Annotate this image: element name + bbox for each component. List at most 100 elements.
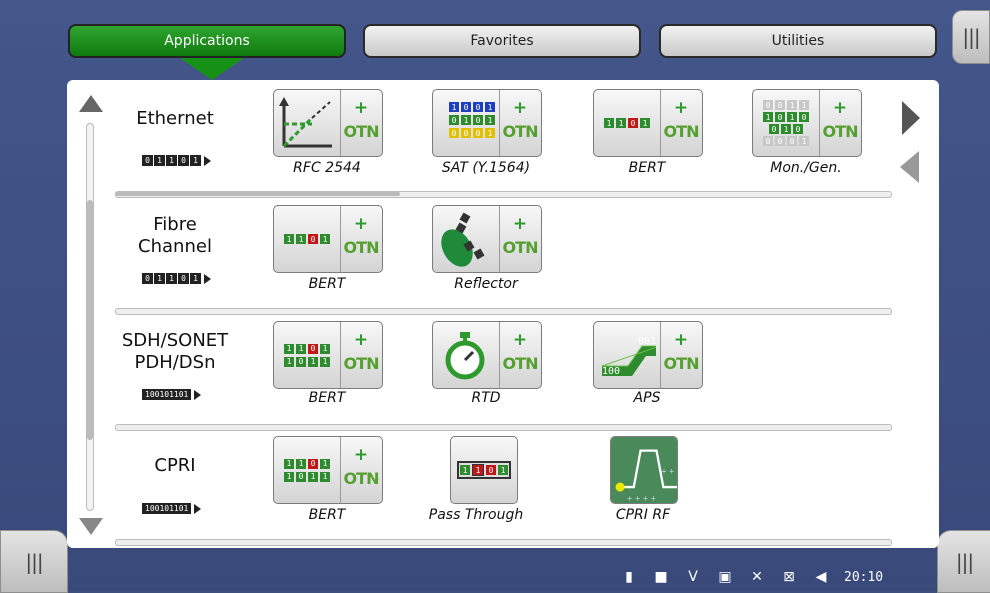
otn-badge: OTN xyxy=(343,354,380,373)
category-name: CPRI xyxy=(154,455,196,476)
aps-switch-icon: 001 100 xyxy=(601,336,656,377)
pass-through-icon: 1101 xyxy=(455,441,513,499)
app-reflector-button[interactable]: + OTN xyxy=(432,205,542,273)
mon-gen-bits-icon: 0011 1010 010 0001 xyxy=(757,94,815,156)
top-right-menu-handle[interactable]: ||| xyxy=(952,10,990,64)
app-sdh-bert-button[interactable]: 1101 1011 + OTN xyxy=(273,321,383,389)
otn-plus-icon: + xyxy=(353,445,369,465)
bert-bits-icon: 1101 xyxy=(598,94,656,152)
otn-plus-icon: + xyxy=(353,98,369,118)
tab-utilities[interactable]: Utilities xyxy=(659,24,937,58)
speaker-icon[interactable]: ◀ xyxy=(812,569,830,585)
sdh-signal-icon: 100101101 xyxy=(142,389,202,400)
network-error-icon: ⊠ xyxy=(783,569,795,585)
otn-badge: OTN xyxy=(663,122,700,141)
sat-bits-icon: 1001 0101 0001 xyxy=(437,94,495,156)
otn-plus-icon: + xyxy=(353,330,369,350)
bert-bits-icon: 1101 1011 xyxy=(278,326,336,384)
otn-plus-icon: + xyxy=(673,330,689,350)
terminal-error-icon: ▣ xyxy=(718,569,732,585)
otn-badge: OTN xyxy=(502,238,539,257)
reflector-icon xyxy=(441,212,485,267)
tab-applications[interactable]: Applications xyxy=(68,24,346,58)
category-name: Ethernet xyxy=(136,108,214,129)
cpri-rf-spectrum-icon: + + + + + + xyxy=(611,437,677,503)
category-name-line2: Channel xyxy=(138,236,212,257)
bottom-right-menu-handle[interactable]: ||| xyxy=(937,530,990,593)
otn-plus-icon: + xyxy=(512,98,528,118)
signal-bits: 100101101 xyxy=(142,389,192,400)
aps-bits-top: 001 xyxy=(638,336,656,347)
tab-label: Utilities xyxy=(771,33,825,49)
rfc2544-chart-icon xyxy=(279,97,332,148)
app-mon-gen-button[interactable]: 0011 1010 010 0001 + OTN xyxy=(752,89,862,157)
vertical-scrollbar[interactable] xyxy=(86,123,94,511)
app-label: Mon./Gen. xyxy=(770,160,842,176)
row-divider xyxy=(115,424,892,431)
previous-page-arrow-icon[interactable] xyxy=(900,151,919,183)
clock: 20:10 xyxy=(844,569,884,585)
category-name: Fibre xyxy=(153,214,197,235)
v-indicator: V xyxy=(688,569,698,585)
app-label: RTD xyxy=(471,390,501,406)
next-page-arrow-icon[interactable] xyxy=(902,101,920,135)
app-label: CPRI RF xyxy=(615,507,671,523)
category-ethernet: Ethernet xyxy=(100,108,250,130)
app-label: APS xyxy=(633,390,661,406)
battery-plug-icon: ▮ xyxy=(625,569,633,585)
otn-plus-icon: + xyxy=(512,330,528,350)
svg-text:+ + + +: + + + + xyxy=(627,495,656,503)
app-label: BERT xyxy=(308,276,346,292)
tab-favorites[interactable]: Favorites xyxy=(363,24,641,58)
app-label: Reflector xyxy=(454,276,518,292)
tab-label: Favorites xyxy=(470,33,534,49)
scroll-thumb[interactable] xyxy=(87,200,93,440)
tab-label: Applications xyxy=(164,33,250,49)
aps-bits-bottom: 100 xyxy=(602,366,620,377)
otn-badge: OTN xyxy=(502,354,539,373)
handle-icon: ||| xyxy=(962,25,980,49)
app-rtd-button[interactable]: + OTN xyxy=(432,321,542,389)
svg-text:+ +: + + xyxy=(661,467,675,475)
handle-icon: ||| xyxy=(955,549,974,574)
fibre-signal-icon: 01101 xyxy=(142,273,211,284)
otn-plus-icon: + xyxy=(353,214,369,234)
active-tab-pointer xyxy=(180,58,244,80)
otn-badge: OTN xyxy=(343,238,380,257)
app-cpri-rf-button[interactable]: + + + + + + xyxy=(610,436,678,504)
otn-badge: OTN xyxy=(502,122,539,141)
otn-badge: OTN xyxy=(663,354,700,373)
app-label: RFC 2544 xyxy=(293,160,361,176)
bottom-left-menu-handle[interactable]: ||| xyxy=(0,530,68,593)
ethernet-signal-icon: 01101 xyxy=(142,155,211,166)
app-rfc2544-button[interactable]: + OTN xyxy=(273,89,383,157)
app-label: BERT xyxy=(308,390,346,406)
app-fibre-bert-button[interactable]: 1101 + OTN xyxy=(273,205,383,273)
signal-bits: 100101101 xyxy=(142,503,192,514)
app-label: BERT xyxy=(628,160,666,176)
app-label: SAT (Y.1564) xyxy=(441,160,531,176)
otn-plus-icon: + xyxy=(832,98,848,118)
satellite-error-icon: ✕ xyxy=(751,569,763,585)
category-sdh-sonet: SDH/SONET PDH/DSn xyxy=(100,330,250,374)
app-sat-y1564-button[interactable]: 1001 0101 0001 + OTN xyxy=(432,89,542,157)
otn-badge: OTN xyxy=(343,469,380,488)
stopwatch-icon xyxy=(445,332,485,380)
app-cpri-bert-button[interactable]: 1101 1011 + OTN xyxy=(273,436,383,504)
app-ethernet-bert-button[interactable]: 1101 + OTN xyxy=(593,89,703,157)
otn-plus-icon: + xyxy=(673,98,689,118)
category-fibre-channel: Fibre Channel xyxy=(100,214,250,258)
row-divider xyxy=(115,308,892,315)
app-label: BERT xyxy=(308,507,346,523)
app-pass-through-button[interactable]: 1101 xyxy=(450,436,518,504)
category-name-line2: PDH/DSn xyxy=(134,352,216,373)
camera-error-icon: ■ xyxy=(654,569,668,585)
bert-bits-icon: 1101 1011 xyxy=(278,441,336,499)
scroll-down-arrow-icon[interactable] xyxy=(79,518,103,535)
category-name: SDH/SONET xyxy=(121,330,229,351)
row-divider xyxy=(115,539,892,546)
app-aps-button[interactable]: 001 100 + OTN xyxy=(593,321,703,389)
horizontal-scroll-thumb[interactable] xyxy=(115,192,400,196)
otn-badge: OTN xyxy=(343,122,380,141)
bert-bits-icon: 1101 xyxy=(278,210,336,268)
